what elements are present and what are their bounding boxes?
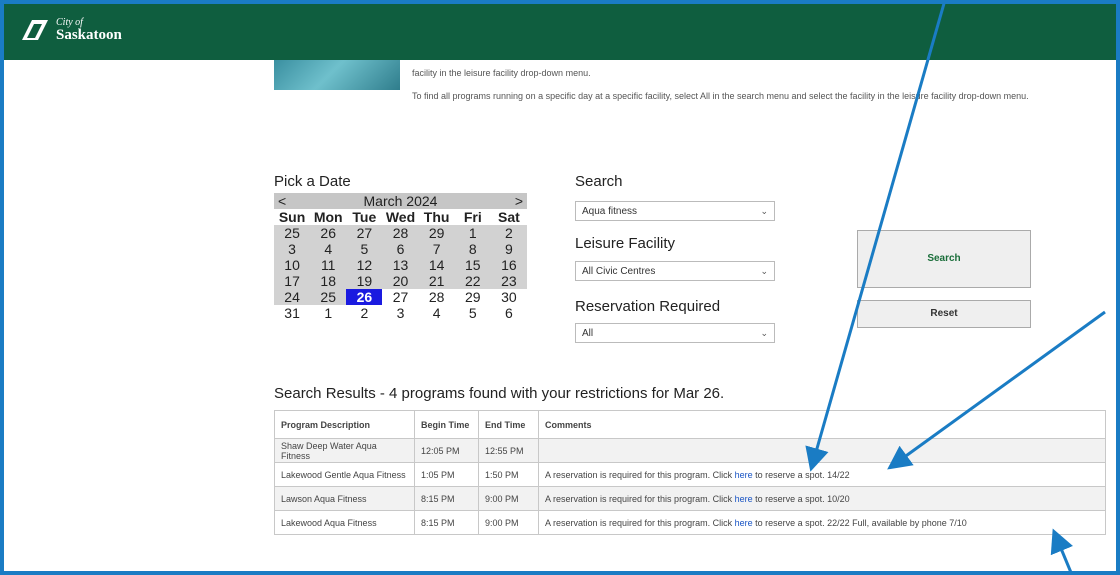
annotation-arrow (887, 310, 1106, 470)
annotation-arrow (1050, 528, 1074, 575)
annotation-arrow (805, 0, 947, 472)
annotation-arrows (805, 0, 1106, 575)
